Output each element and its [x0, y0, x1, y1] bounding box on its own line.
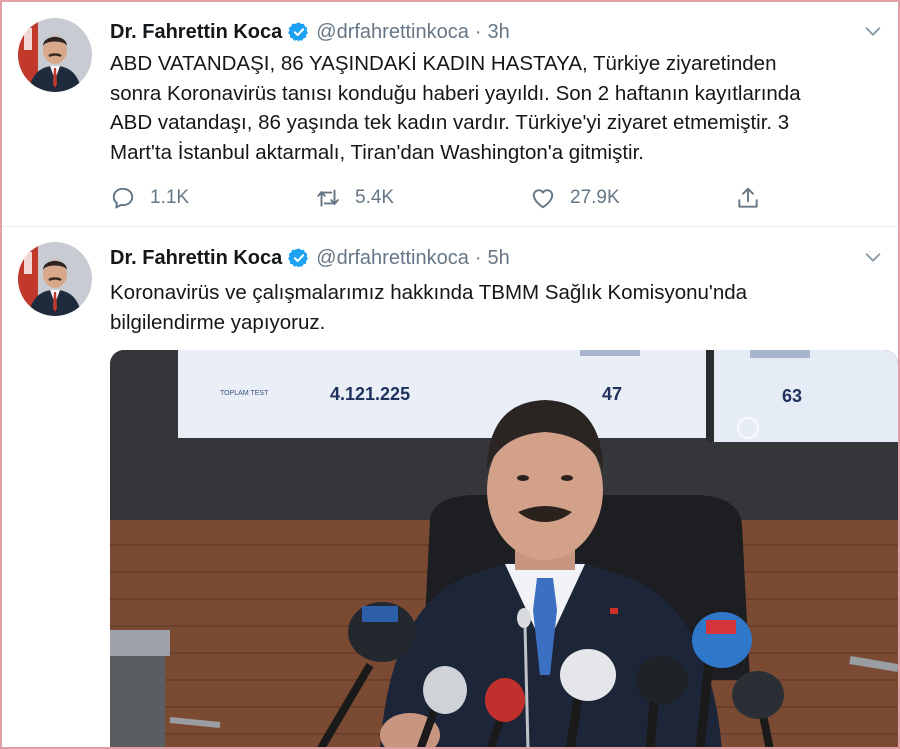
like-icon [532, 189, 554, 209]
screen-number: 47 [602, 384, 622, 404]
tweet-1[interactable]: Dr. Fahrettin Koca @drfahrettinkoca · 3h… [2, 2, 898, 227]
reply-button[interactable]: 1.1K [110, 185, 315, 211]
tweet-media-photo[interactable]: TOPLAM TEST 4.121.225 47 63 [110, 350, 898, 747]
share-icon [738, 187, 758, 208]
tweet-timestamp[interactable]: 5h [488, 247, 510, 270]
author-handle[interactable]: @drfahrettinkoca [316, 247, 469, 270]
separator-dot: · [474, 246, 482, 269]
tweet-header: Dr. Fahrettin Koca @drfahrettinkoca · 5h [110, 243, 510, 273]
tweet-text-line: ABD VATANDAŞI, 86 YAŞINDAKİ KADIN HASTAY… [110, 52, 777, 75]
like-count: 27.9K [570, 187, 620, 208]
svg-text:TOPLAM TEST: TOPLAM TEST [220, 390, 269, 397]
like-button[interactable]: 27.9K [530, 185, 735, 211]
reply-icon [112, 187, 134, 209]
tweet-text-line: Mart'ta İstanbul aktarmalı, Tiran'dan Wa… [110, 140, 644, 164]
author-name[interactable]: Dr. Fahrettin Koca [110, 21, 282, 44]
avatar[interactable] [18, 242, 92, 316]
tweet-actions: 1.1K 5.4K 27.9K [110, 182, 775, 214]
tweet-text-line: sonra Koronavirüs tanısı konduğu haberi … [110, 81, 801, 105]
share-button[interactable] [735, 185, 775, 211]
verified-badge-icon [288, 21, 310, 43]
screen-number: 63 [782, 386, 802, 406]
retweet-button[interactable]: 5.4K [315, 185, 530, 211]
tweet-2[interactable]: Dr. Fahrettin Koca @drfahrettinkoca · 5h… [2, 228, 898, 747]
verified-badge-icon [288, 247, 310, 269]
author-name[interactable]: Dr. Fahrettin Koca [110, 247, 282, 270]
tweet-timestamp[interactable]: 3h [488, 21, 510, 44]
tweet-text-line: Koronavirüs ve çalışmalarımız hakkında T… [110, 281, 748, 304]
avatar[interactable] [18, 18, 92, 92]
screen-number: 4.121.225 [330, 384, 410, 404]
chevron-down-icon[interactable] [862, 20, 884, 42]
tweet-text: Koronavirüs ve çalışmalarımız hakkında T… [110, 278, 880, 337]
reply-count: 1.1K [150, 187, 190, 208]
chevron-down-icon[interactable] [862, 246, 884, 268]
tweet-header: Dr. Fahrettin Koca @drfahrettinkoca · 3h [110, 17, 510, 47]
tweet-text-line: bilgilendirme yapıyoruz. [110, 310, 326, 334]
separator-dot: · [474, 20, 482, 43]
retweet-icon [317, 189, 339, 207]
author-handle[interactable]: @drfahrettinkoca [316, 21, 469, 44]
tweet-text-line: ABD vatandaşı, 86 yaşında tek kadın vard… [110, 111, 790, 134]
tweet-text: ABD VATANDAŞI, 86 YAŞINDAKİ KADIN HASTAY… [110, 49, 880, 167]
retweet-count: 5.4K [355, 187, 395, 208]
